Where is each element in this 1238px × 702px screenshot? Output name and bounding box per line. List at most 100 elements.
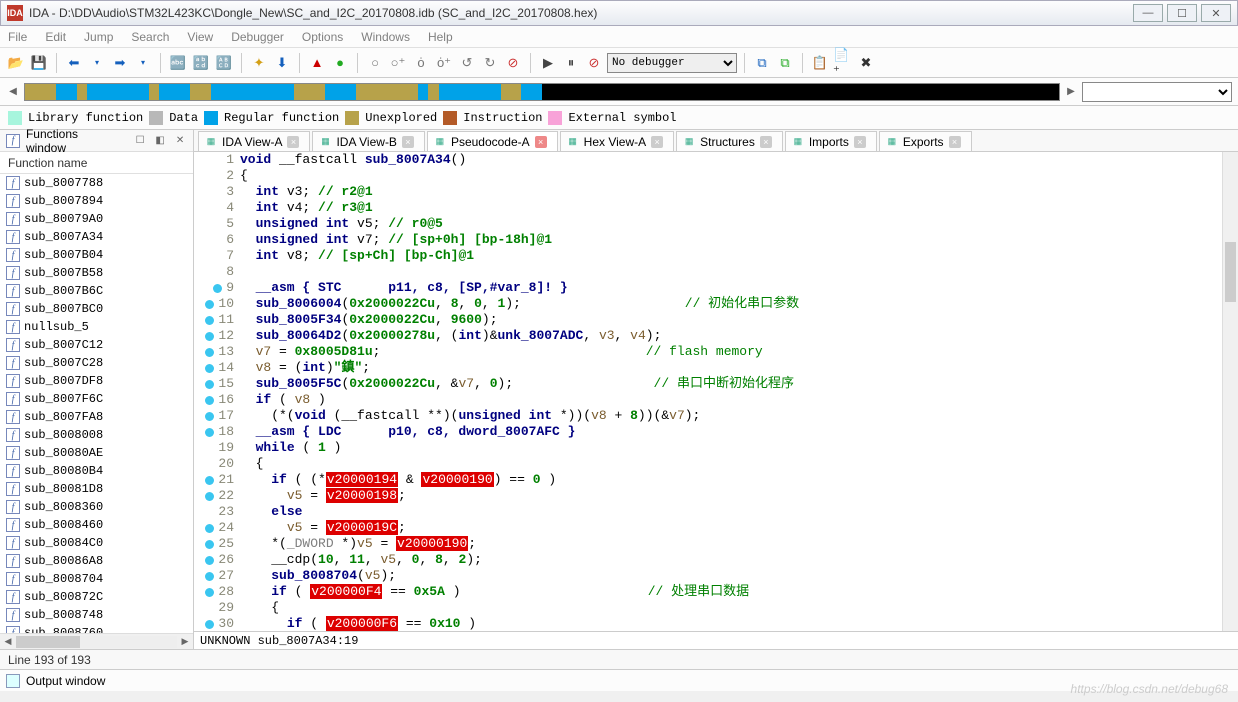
tool-icon[interactable]: 📋	[810, 53, 830, 73]
tool-icon[interactable]: ȯ⁺	[434, 53, 454, 73]
function-row[interactable]: fsub_8007894	[0, 192, 193, 210]
column-header[interactable]: Function name	[0, 152, 193, 174]
tool-icon[interactable]: ↻	[480, 53, 500, 73]
menu-jump[interactable]: Jump	[84, 30, 113, 44]
menu-edit[interactable]: Edit	[45, 30, 66, 44]
function-row[interactable]: fsub_80079A0	[0, 210, 193, 228]
tool-icon[interactable]: 🔤	[168, 53, 188, 73]
breakpoint-dot-icon[interactable]	[205, 316, 214, 325]
tool-icon[interactable]: ○	[365, 53, 385, 73]
code-line[interactable]: v5 = v20000198;	[240, 488, 1238, 504]
code-line[interactable]: if ( v200000F4 == 0x5A ) // 处理串口数据	[240, 584, 1238, 600]
function-row[interactable]: fsub_8007788	[0, 174, 193, 192]
breakpoint-dot-icon[interactable]	[205, 476, 214, 485]
code-line[interactable]: v7 = 0x8005D81u; // flash memory	[240, 344, 1238, 360]
code-line[interactable]: __cdp(10, 11, v5, 0, 8, 2);	[240, 552, 1238, 568]
menu-view[interactable]: View	[187, 30, 213, 44]
pause-icon[interactable]: ⏸	[561, 53, 581, 73]
functions-list[interactable]: fsub_8007788fsub_8007894fsub_80079A0fsub…	[0, 174, 193, 633]
function-row[interactable]: fsub_80084C0	[0, 534, 193, 552]
breakpoint-dot-icon[interactable]	[205, 348, 214, 357]
function-row[interactable]: fsub_8008704	[0, 570, 193, 588]
breakpoint-dot-icon[interactable]	[205, 332, 214, 341]
menu-debugger[interactable]: Debugger	[231, 30, 284, 44]
function-row[interactable]: fsub_8007DF8	[0, 372, 193, 390]
code-line[interactable]: int v3; // r2@1	[240, 184, 1238, 200]
breakpoint-dot-icon[interactable]	[205, 428, 214, 437]
tab-close-icon[interactable]: ×	[651, 136, 663, 148]
menu-help[interactable]: Help	[428, 30, 453, 44]
code-line[interactable]: {	[240, 168, 1238, 184]
breakpoint-icon[interactable]: ▲	[307, 53, 327, 73]
breakpoint-dot-icon[interactable]	[205, 364, 214, 373]
stop2-icon[interactable]: ⊘	[584, 53, 604, 73]
code-line[interactable]: __asm { LDC p10, c8, dword_8007AFC }	[240, 424, 1238, 440]
breakpoint-dot-icon[interactable]	[205, 620, 214, 629]
menu-search[interactable]: Search	[131, 30, 169, 44]
panel-undock-icon[interactable]: ☐	[133, 134, 147, 148]
nav-drop[interactable]	[1082, 82, 1232, 102]
tab-close-icon[interactable]: ×	[854, 136, 866, 148]
function-row[interactable]: fsub_8008460	[0, 516, 193, 534]
menu-options[interactable]: Options	[302, 30, 343, 44]
code-line[interactable]: if ( (*v20000194 & v20000190) == 0 )	[240, 472, 1238, 488]
nav-strip[interactable]	[24, 83, 1060, 101]
function-row[interactable]: fsub_80080AE	[0, 444, 193, 462]
function-row[interactable]: fsub_8007BC0	[0, 300, 193, 318]
function-row[interactable]: fsub_8008760	[0, 624, 193, 633]
breakpoint-dot-icon[interactable]	[205, 300, 214, 309]
breakpoint-dot-icon[interactable]	[205, 588, 214, 597]
tab[interactable]: ▦Structures×	[676, 131, 783, 151]
play-icon[interactable]: ▶	[538, 53, 558, 73]
code-line[interactable]: while ( 1 )	[240, 440, 1238, 456]
code-line[interactable]: int v4; // r3@1	[240, 200, 1238, 216]
breakpoint-dot-icon[interactable]	[205, 396, 214, 405]
code-line[interactable]: *(_DWORD *)v5 = v20000190;	[240, 536, 1238, 552]
code-line[interactable]: __asm { STC p11, c8, [SP,#var_8]! }	[240, 280, 1238, 296]
tool-icon[interactable]: ȯ	[411, 53, 431, 73]
tool-icon[interactable]: ○⁺	[388, 53, 408, 73]
breakpoint-dot-icon[interactable]	[205, 492, 214, 501]
debugger-select[interactable]: No debugger	[607, 53, 737, 73]
code-line[interactable]: unsigned int v5; // r0@5	[240, 216, 1238, 232]
minimize-button[interactable]: —	[1133, 4, 1163, 22]
maximize-button[interactable]: ☐	[1167, 4, 1197, 22]
code-line[interactable]: int v8; // [sp+Ch] [bp-Ch]@1	[240, 248, 1238, 264]
tool-icon[interactable]: ⧉	[752, 53, 772, 73]
forward-drop-icon[interactable]: ▾	[133, 53, 153, 73]
function-row[interactable]: fnullsub_5	[0, 318, 193, 336]
panel-close-icon[interactable]: ✕	[173, 134, 187, 148]
tool-icon[interactable]: 🔡	[191, 53, 211, 73]
tab[interactable]: ▦IDA View-A×	[198, 131, 310, 151]
menu-file[interactable]: File	[8, 30, 27, 44]
function-row[interactable]: fsub_80081D8	[0, 480, 193, 498]
run-icon[interactable]: ●	[330, 53, 350, 73]
function-row[interactable]: fsub_80080B4	[0, 462, 193, 480]
breakpoint-dot-icon[interactable]	[213, 284, 222, 293]
function-row[interactable]: fsub_8007F6C	[0, 390, 193, 408]
function-row[interactable]: fsub_8008360	[0, 498, 193, 516]
function-row[interactable]: fsub_8007C12	[0, 336, 193, 354]
tab[interactable]: ▦Imports×	[785, 131, 877, 151]
function-row[interactable]: fsub_8008008	[0, 426, 193, 444]
breakpoint-dot-icon[interactable]	[205, 572, 214, 581]
code-line[interactable]: sub_8008704(v5);	[240, 568, 1238, 584]
function-row[interactable]: fsub_8007FA8	[0, 408, 193, 426]
code-line[interactable]: sub_80064D2(0x20000278u, (int)&unk_8007A…	[240, 328, 1238, 344]
function-row[interactable]: fsub_8007C28	[0, 354, 193, 372]
close-button[interactable]: ✕	[1201, 4, 1231, 22]
breakpoint-dot-icon[interactable]	[205, 524, 214, 533]
tool-icon[interactable]: ✖	[856, 53, 876, 73]
forward-icon[interactable]: ➡	[110, 53, 130, 73]
code-view[interactable]: 1234567891011121314151617181920212223242…	[194, 152, 1238, 631]
function-row[interactable]: fsub_8007B04	[0, 246, 193, 264]
back-drop-icon[interactable]: ▾	[87, 53, 107, 73]
tab[interactable]: ▦Pseudocode-A×	[427, 131, 558, 151]
code-line[interactable]: v5 = v2000019C;	[240, 520, 1238, 536]
breakpoint-dot-icon[interactable]	[205, 412, 214, 421]
back-icon[interactable]: ⬅	[64, 53, 84, 73]
down-arrow-icon[interactable]: ⬇	[272, 53, 292, 73]
code-line[interactable]: if ( v8 )	[240, 392, 1238, 408]
code-line[interactable]: (*(void (__fastcall **)(unsigned int *))…	[240, 408, 1238, 424]
code-line[interactable]: void __fastcall sub_8007A34()	[240, 152, 1238, 168]
